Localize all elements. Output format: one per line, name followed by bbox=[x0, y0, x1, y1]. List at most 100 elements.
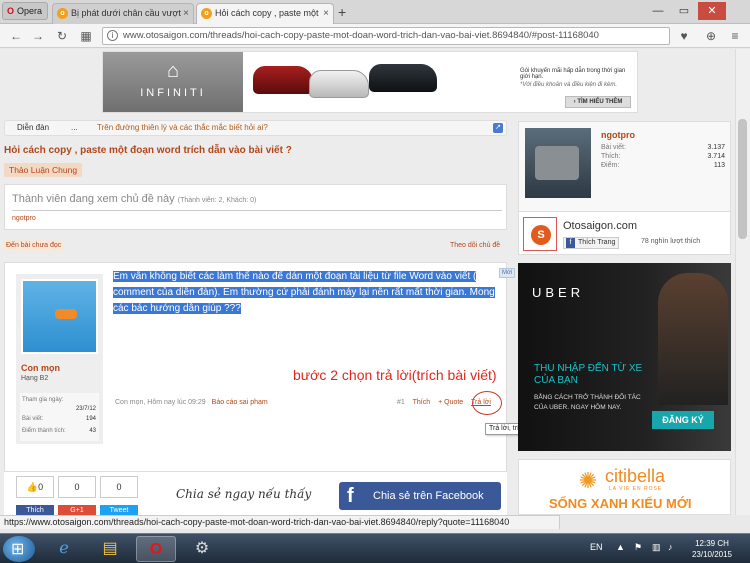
facebook-share-button[interactable]: f Chia sẻ trên Facebook bbox=[339, 482, 501, 510]
infiniti-ad[interactable]: ⌂ INFINITI Gói khuyến mãi hấp dẫn trong … bbox=[102, 51, 638, 113]
menu-icon[interactable]: ≡ bbox=[727, 28, 743, 44]
profile-stat: Thích: 3.714 bbox=[601, 153, 725, 160]
author-panel: Con mọn Hạng B2 Tham gia ngày: 23/7/12 B… bbox=[16, 274, 103, 444]
stat-value: 3.137 bbox=[707, 144, 725, 151]
stat-label: Bài viết: bbox=[22, 416, 44, 422]
follow-thread-link[interactable]: Theo dõi chủ đề bbox=[448, 240, 502, 251]
infiniti-emblem-icon: ⌂ bbox=[166, 60, 180, 82]
tab-active[interactable]: o Hỏi cách copy , paste một × bbox=[196, 3, 334, 24]
author-rank: Hạng B2 bbox=[21, 375, 49, 382]
car-image bbox=[309, 70, 369, 98]
selected-text: Em vẫn không biết các làm thế nào để dán… bbox=[113, 271, 495, 314]
uber-ad[interactable]: UBER THU NHẬP ĐẾN TỪ XE CỦA BẠN BẰNG CÁC… bbox=[518, 263, 731, 451]
back-icon[interactable]: ← bbox=[8, 28, 24, 44]
citibella-ad[interactable]: ✺ citibella LA VIE EN ROSE SỐNG XANH KIỂ… bbox=[518, 459, 731, 515]
navigation-bar: ← → ↻ ▦ i www.otosaigon.com/threads/hoi-… bbox=[0, 24, 750, 48]
clock[interactable]: 12:39 CH 23/10/2015 bbox=[686, 538, 738, 560]
tab-title: Hỏi cách copy , paste một bbox=[215, 8, 319, 18]
flag-icon[interactable]: ⚑ bbox=[634, 542, 642, 553]
post-message[interactable]: Em vẫn không biết các làm thế nào để dán… bbox=[113, 269, 495, 317]
stat-value: 43 bbox=[89, 428, 96, 434]
count-value: 0 bbox=[38, 482, 44, 492]
close-tab-icon[interactable]: × bbox=[183, 4, 189, 23]
breadcrumb-forum[interactable]: Diễn đàn bbox=[17, 121, 49, 135]
new-badge: Mới bbox=[499, 268, 516, 278]
viewers-box: Thành viên đang xem chủ đề này (Thành vi… bbox=[4, 184, 507, 230]
breadcrumb-category[interactable]: Trên đường thiên lý và các thắc mắc biết… bbox=[97, 121, 268, 135]
page-name[interactable]: Otosaigon.com bbox=[563, 220, 637, 232]
stat-label: Tham gia ngày: bbox=[22, 397, 64, 403]
profile-avatar[interactable] bbox=[525, 128, 591, 198]
tab-inactive[interactable]: o Bị phát dưới chân cầu vượt × bbox=[52, 3, 194, 24]
network-icon[interactable]: ▥ bbox=[652, 542, 661, 553]
speed-dial-icon[interactable]: ▦ bbox=[78, 28, 94, 44]
stat-label: Điểm thành tích: bbox=[22, 428, 66, 434]
learn-more-button[interactable]: › TÌM HIỂU THÊM bbox=[565, 96, 631, 108]
annotation-text: bước 2 chọn trả lời(trích bài viết) bbox=[293, 367, 497, 383]
ad-tagline: LA VIE EN ROSE bbox=[609, 486, 663, 492]
stat-label: Thích: bbox=[601, 153, 621, 160]
post-number[interactable]: #1 bbox=[397, 399, 405, 406]
breadcrumb: Diễn đàn ... Trên đường thiên lý và các … bbox=[4, 120, 507, 136]
opera-menu-label: Opera bbox=[17, 6, 43, 16]
profile-stat: Điểm: 113 bbox=[601, 162, 725, 169]
reload-icon[interactable]: ↻ bbox=[54, 28, 70, 44]
post-date: Con mọn, Hôm nay lúc 09:29 bbox=[115, 399, 206, 406]
viewer-link[interactable]: ngotpro bbox=[12, 215, 36, 222]
app-taskbar-icon[interactable]: ⚙ bbox=[182, 536, 222, 562]
gplus-button[interactable]: G+1 bbox=[58, 505, 96, 515]
quote-link[interactable]: + Quote bbox=[438, 399, 463, 406]
ad-person-image bbox=[658, 273, 728, 405]
close-window-icon[interactable]: ✕ bbox=[698, 2, 726, 20]
infiniti-logo: ⌂ INFINITI bbox=[103, 52, 243, 112]
like-label: Thích Trang bbox=[578, 239, 616, 246]
forward-icon[interactable]: → bbox=[30, 28, 46, 44]
register-button[interactable]: ĐĂNG KÝ bbox=[652, 411, 714, 429]
author-name[interactable]: Con mọn bbox=[21, 363, 60, 373]
ad-slogan: SỐNG XANH KIỂU MỚI bbox=[549, 496, 692, 511]
breadcrumb-ellipsis[interactable]: ... bbox=[71, 121, 78, 135]
promo-text: Gói khuyến mãi hấp dẫn trong thời gian g… bbox=[520, 68, 634, 88]
facebook-icon: f bbox=[566, 238, 575, 248]
profile-username[interactable]: ngotpro bbox=[601, 130, 635, 140]
download-icon[interactable]: ⊕ bbox=[703, 28, 719, 44]
maximize-icon[interactable]: ▭ bbox=[672, 2, 696, 20]
tweet-button[interactable]: Tweet bbox=[100, 505, 138, 515]
ad-copy: BẰNG CÁCH TRỞ THÀNH ĐỐI TÁC CỦA UBER. NG… bbox=[534, 394, 641, 411]
internet-explorer-icon[interactable]: ℯ bbox=[44, 536, 84, 562]
status-url: https://www.otosaigon.com/threads/hoi-ca… bbox=[0, 515, 560, 529]
like-count: 78 nghìn lượt thích bbox=[641, 238, 701, 245]
heart-icon[interactable]: ♥ bbox=[676, 28, 692, 44]
social-bar: 👍0 0 0 Thích G+1 Tweet Chia sẻ ngay nếu … bbox=[4, 471, 507, 515]
like-count: 👍0 bbox=[16, 476, 54, 498]
volume-icon[interactable]: ♪ bbox=[668, 542, 673, 552]
unread-link[interactable]: Đến bài chưa đọc bbox=[4, 240, 64, 251]
gplus-count: 0 bbox=[58, 476, 96, 498]
close-tab-icon[interactable]: × bbox=[323, 4, 329, 23]
windows-taskbar: ℯ ▤ O ⚙ EN ▲ ⚑ ▥ ♪ 12:39 CH 23/10/2015 bbox=[0, 533, 750, 563]
tray-arrow-icon[interactable]: ▲ bbox=[616, 542, 625, 552]
opera-taskbar-icon[interactable]: O bbox=[136, 536, 176, 562]
post-meta: Con mọn, Hôm nay lúc 09:29 Báo cáo sai ph… bbox=[115, 399, 268, 406]
language-indicator[interactable]: EN bbox=[590, 542, 603, 552]
start-button[interactable] bbox=[3, 536, 35, 562]
opera-menu-button[interactable]: O Opera bbox=[2, 2, 48, 20]
fb-like-button[interactable]: Thích bbox=[16, 505, 54, 515]
expand-icon[interactable]: ↗ bbox=[493, 123, 503, 133]
avatar[interactable] bbox=[21, 279, 98, 354]
address-bar[interactable]: i www.otosaigon.com/threads/hoi-cach-cop… bbox=[102, 27, 670, 45]
like-link[interactable]: Thích bbox=[413, 399, 431, 406]
minimize-icon[interactable]: — bbox=[646, 2, 670, 20]
flower-icon: ✺ bbox=[578, 468, 598, 493]
page-scrollbar[interactable] bbox=[735, 49, 750, 515]
web-page: ⌂ INFINITI Gói khuyến mãi hấp dẫn trong … bbox=[0, 49, 750, 515]
new-tab-button[interactable]: + bbox=[338, 4, 346, 20]
scroll-thumb[interactable] bbox=[738, 119, 747, 239]
promo-line: Gói khuyến mãi hấp dẫn trong thời gian g… bbox=[520, 68, 626, 80]
report-link[interactable]: Báo cáo sai phạm bbox=[212, 399, 268, 406]
ad-brand: citibella bbox=[605, 466, 666, 486]
like-page-button[interactable]: f Thích Trang bbox=[563, 237, 620, 249]
file-explorer-icon[interactable]: ▤ bbox=[90, 536, 130, 562]
thread-prefix-tag[interactable]: Thảo Luận Chung bbox=[4, 163, 83, 177]
site-info-icon[interactable]: i bbox=[107, 30, 118, 41]
